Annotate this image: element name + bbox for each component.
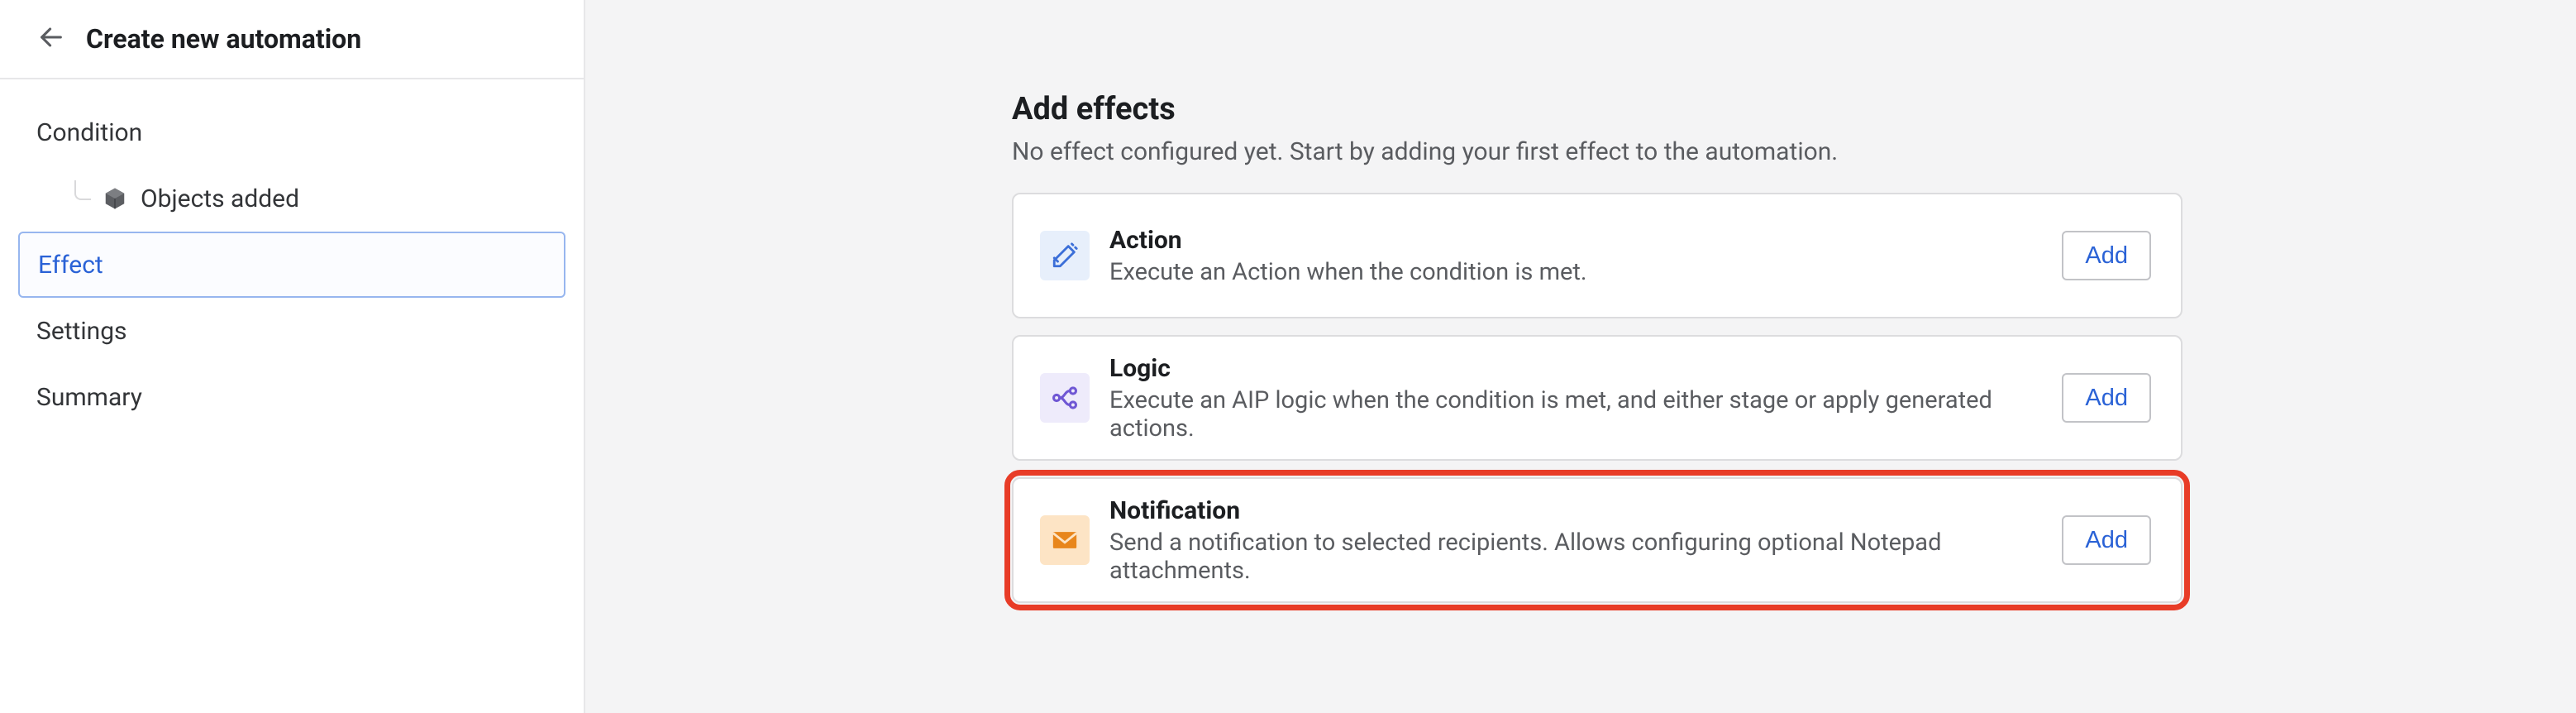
wand-icon: [1040, 231, 1090, 280]
card-desc: Send a notification to selected recipien…: [1109, 529, 2062, 585]
envelope-icon: [1040, 515, 1090, 565]
nav-subitem-objects-added[interactable]: Objects added: [18, 165, 565, 232]
nav-label: Settings: [36, 317, 127, 346]
effect-card-action: Action Execute an Action when the condit…: [1012, 193, 2182, 318]
nav-label: Effect: [38, 251, 103, 280]
page-subtitle: No effect configured yet. Start by addin…: [1012, 137, 2182, 166]
card-title: Logic: [1109, 354, 2062, 383]
card-text-wrap: Logic Execute an AIP logic when the cond…: [1109, 354, 2062, 443]
card-title: Notification: [1109, 496, 2062, 525]
sidebar-nav: Condition Objects added Effect Settings …: [0, 79, 584, 430]
sidebar-title: Create new automation: [86, 23, 361, 55]
nav-item-summary[interactable]: Summary: [18, 364, 565, 430]
card-desc: Execute an AIP logic when the condition …: [1109, 386, 2062, 443]
nav-label: Summary: [36, 383, 142, 412]
sidebar-header: Create new automation: [0, 0, 584, 79]
effect-card-logic: Logic Execute an AIP logic when the cond…: [1012, 335, 2182, 461]
effect-card-notification: Notification Send a notification to sele…: [1012, 477, 2182, 603]
branch-icon: [1040, 373, 1090, 423]
nav-item-settings[interactable]: Settings: [18, 298, 565, 364]
arrow-left-icon: [37, 23, 65, 55]
nav-item-effect[interactable]: Effect: [18, 232, 565, 298]
add-logic-button[interactable]: Add: [2062, 373, 2151, 423]
add-notification-button[interactable]: Add: [2062, 515, 2151, 565]
cube-icon: [103, 186, 127, 211]
content-column: Add effects No effect configured yet. St…: [1012, 91, 2182, 713]
card-desc: Execute an Action when the condition is …: [1109, 258, 2062, 286]
nav-label: Condition: [36, 118, 142, 147]
card-text-wrap: Action Execute an Action when the condit…: [1109, 226, 2062, 286]
main-content: Add effects No effect configured yet. St…: [585, 0, 2576, 713]
nav-item-condition[interactable]: Condition: [18, 99, 565, 165]
add-action-button[interactable]: Add: [2062, 231, 2151, 280]
sidebar: Create new automation Condition Objects …: [0, 0, 585, 713]
page-title: Add effects: [1012, 91, 2182, 127]
back-button[interactable]: [35, 22, 68, 55]
nav-sublabel: Objects added: [141, 184, 299, 213]
tree-connector-icon: [74, 180, 91, 200]
card-text-wrap: Notification Send a notification to sele…: [1109, 496, 2062, 585]
card-title: Action: [1109, 226, 2062, 255]
